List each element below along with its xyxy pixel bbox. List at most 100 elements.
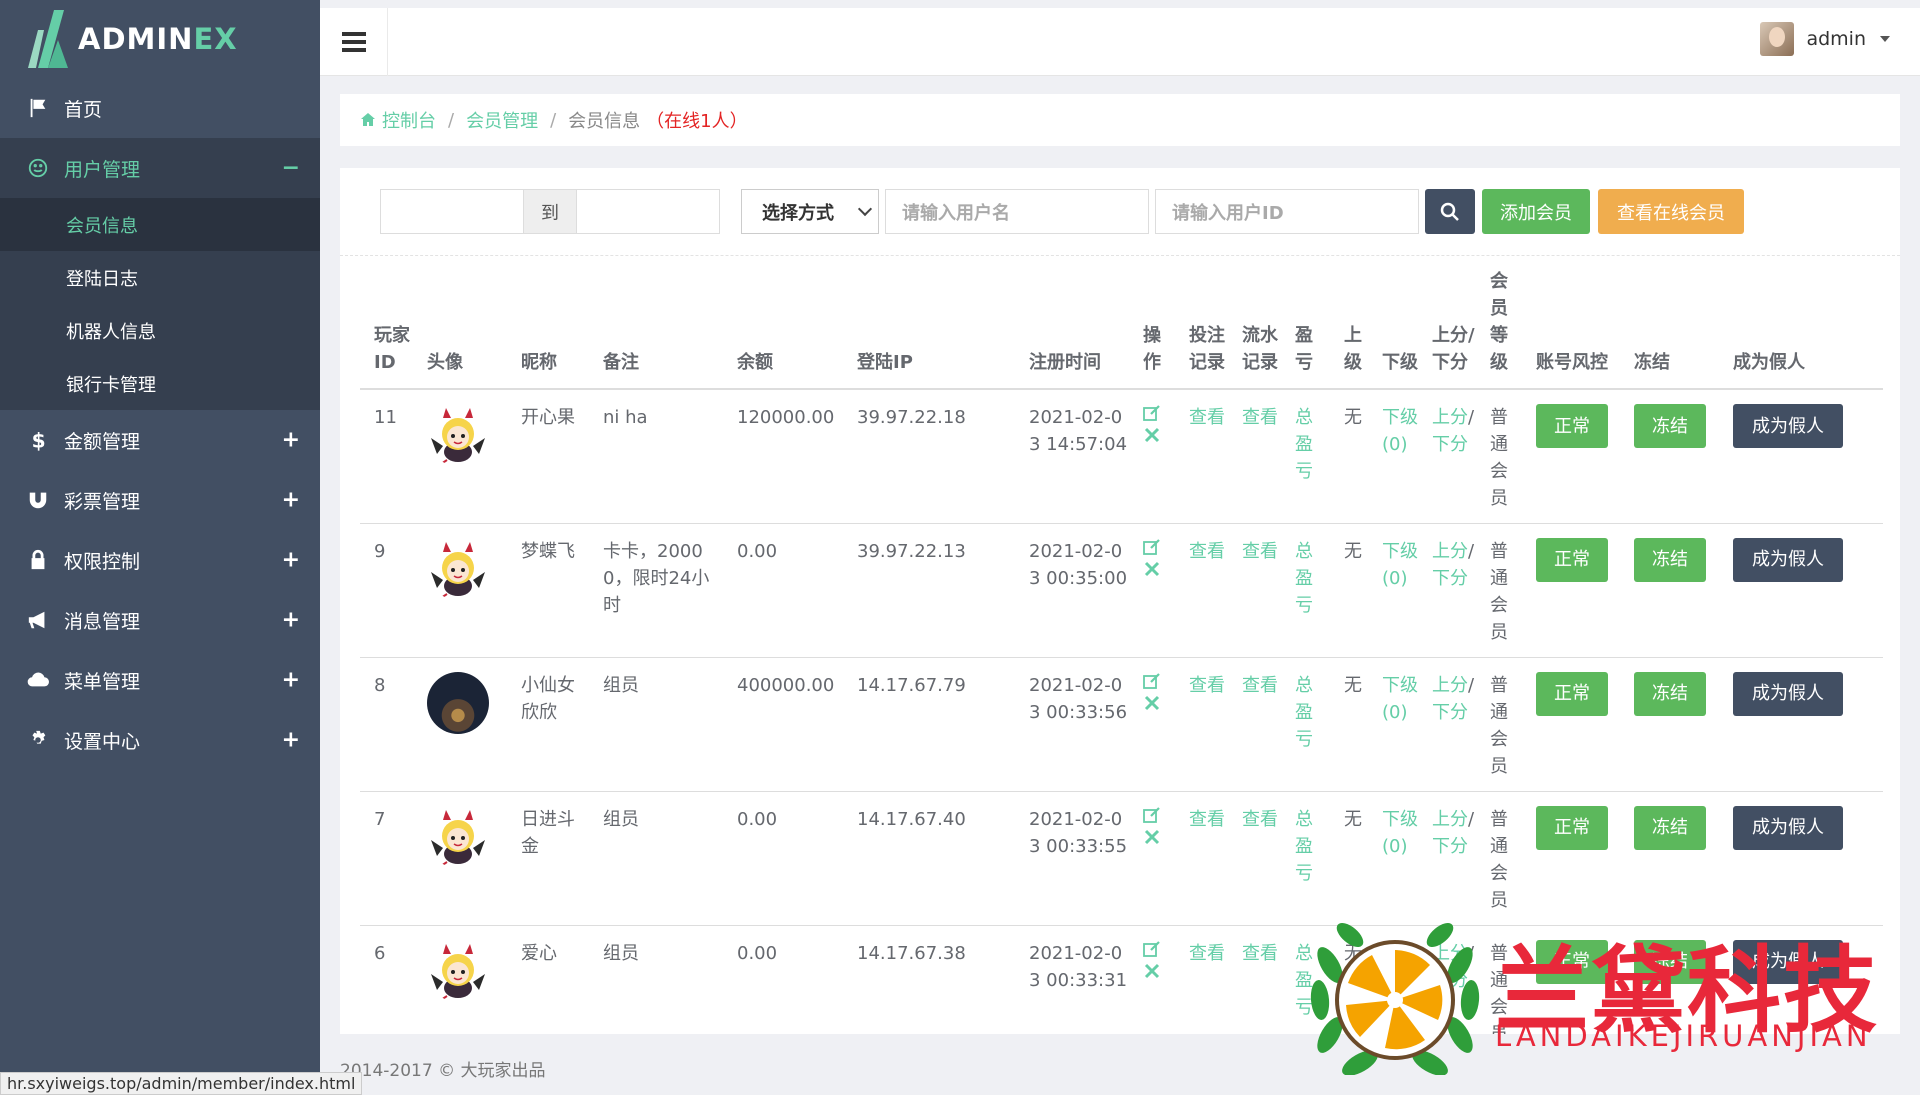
chevron-down-icon [857, 201, 873, 217]
up-score-link[interactable]: 上分 [1432, 675, 1468, 696]
player-id: 11 [360, 389, 413, 524]
expand-icon[interactable]: + [282, 668, 300, 693]
subnav-bank-card[interactable]: 银行卡管理 [0, 357, 320, 410]
child-link[interactable]: 下级(0) [1368, 657, 1418, 792]
logo[interactable]: ADMINEX [0, 0, 320, 78]
search-mode-select[interactable]: 选择方式 [741, 189, 879, 234]
subnav-member-info[interactable]: 会员信息 [0, 198, 320, 251]
nav-money-management[interactable]: $ 金额管理 + [0, 410, 320, 470]
down-score-link[interactable]: 下分 [1432, 568, 1468, 589]
up-score-link[interactable]: 上分 [1432, 809, 1468, 830]
freeze-button[interactable]: 冻结 [1634, 404, 1706, 448]
table-row: 6 爱心 组员 0.00 14.17.67.38 2021-02-03 00:33:31 查… [360, 925, 1883, 1034]
nav-user-management[interactable]: 用户管理 − [0, 138, 320, 198]
date-end-input[interactable] [576, 189, 720, 234]
down-score-link[interactable]: 下分 [1432, 702, 1468, 723]
column-header: 投注记录 [1175, 268, 1228, 390]
profit-link[interactable]: 总盈亏 [1281, 925, 1330, 1034]
search-button[interactable] [1425, 189, 1475, 234]
become-fake-button[interactable]: 成为假人 [1733, 404, 1843, 448]
dollar-icon: $ [26, 428, 50, 452]
risk-normal-button[interactable]: 正常 [1536, 404, 1608, 448]
collapse-icon[interactable]: − [282, 156, 300, 181]
expand-icon[interactable]: + [282, 488, 300, 513]
subnav-login-log[interactable]: 登陆日志 [0, 251, 320, 304]
bet-record-link[interactable]: 查看 [1175, 523, 1228, 658]
username-input[interactable]: 请输入用户名 [885, 189, 1149, 234]
add-member-button[interactable]: 添加会员 [1482, 189, 1590, 234]
risk-normal-button[interactable]: 正常 [1536, 537, 1608, 582]
expand-icon[interactable]: + [282, 428, 300, 453]
profit-link[interactable]: 总盈亏 [1281, 657, 1330, 792]
child-link[interactable]: 下级(0) [1368, 791, 1418, 926]
freeze-button[interactable]: 冻结 [1634, 671, 1706, 716]
table-row: 8 小仙女欣欣 组员 400000.00 14.17.67.79 2021-02-03 0… [360, 657, 1883, 792]
delete-icon[interactable] [1143, 560, 1161, 578]
expand-icon[interactable]: + [282, 548, 300, 573]
freeze-button[interactable]: 冻结 [1634, 537, 1706, 582]
risk-normal-button[interactable]: 正常 [1536, 671, 1608, 716]
register-time: 2021-02-03 00:33:31 [1015, 925, 1129, 1034]
profit-link[interactable]: 总盈亏 [1281, 791, 1330, 926]
subnav-robot-info[interactable]: 机器人信息 [0, 304, 320, 357]
expand-icon[interactable]: + [282, 608, 300, 633]
flow-record-link[interactable]: 查看 [1228, 657, 1281, 792]
edit-icon[interactable] [1143, 940, 1161, 958]
delete-icon[interactable] [1143, 962, 1161, 980]
column-header: 盈亏 [1281, 268, 1330, 390]
delete-icon[interactable] [1143, 694, 1161, 712]
flow-record-link[interactable]: 查看 [1228, 791, 1281, 926]
freeze-button[interactable]: 冻结 [1634, 805, 1706, 850]
user-menu[interactable]: admin [1760, 22, 1890, 56]
nav-settings[interactable]: 设置中心 + [0, 710, 320, 770]
member-level: 普通会员 [1476, 523, 1522, 658]
risk-normal-button[interactable]: 正常 [1536, 939, 1608, 984]
breadcrumb-section[interactable]: 会员管理 [466, 107, 538, 133]
become-fake-button[interactable]: 成为假人 [1733, 805, 1843, 850]
risk-normal-button[interactable]: 正常 [1536, 805, 1608, 850]
edit-icon[interactable] [1143, 404, 1161, 422]
profit-link[interactable]: 总盈亏 [1281, 389, 1330, 524]
edit-icon[interactable] [1143, 806, 1161, 824]
bet-record-link[interactable]: 查看 [1175, 389, 1228, 524]
login-ip: 39.97.22.13 [843, 523, 1015, 658]
down-score-link[interactable]: 下分 [1432, 434, 1468, 455]
nav-lottery-management[interactable]: 彩票管理 + [0, 470, 320, 530]
edit-icon[interactable] [1143, 672, 1161, 690]
become-fake-button[interactable]: 成为假人 [1733, 671, 1843, 716]
nav-menu-management[interactable]: 菜单管理 + [0, 650, 320, 710]
up-score-link[interactable]: 上分 [1432, 541, 1468, 562]
become-fake-button[interactable]: 成为假人 [1733, 939, 1843, 984]
up-score-link[interactable]: 上分 [1432, 943, 1468, 964]
date-start-input[interactable] [380, 189, 524, 234]
breadcrumb-home[interactable]: 控制台 [382, 107, 436, 133]
fake-cell: 成为假人 [1719, 389, 1883, 524]
flow-record-link[interactable]: 查看 [1228, 925, 1281, 1034]
child-link[interactable]: 下级(0) [1368, 925, 1418, 1034]
bet-record-link[interactable]: 查看 [1175, 925, 1228, 1034]
delete-icon[interactable] [1143, 426, 1161, 444]
child-link[interactable]: 下级(0) [1368, 523, 1418, 658]
delete-icon[interactable] [1143, 828, 1161, 846]
down-score-link[interactable]: 下分 [1432, 836, 1468, 857]
edit-icon[interactable] [1143, 538, 1161, 556]
flow-record-link[interactable]: 查看 [1228, 523, 1281, 658]
freeze-button[interactable]: 冻结 [1634, 939, 1706, 984]
nickname: 开心果 [507, 389, 589, 524]
breadcrumb-separator: / [550, 109, 557, 131]
down-score-link[interactable]: 下分 [1432, 970, 1468, 991]
nav-home[interactable]: 首页 [0, 78, 320, 138]
menu-toggle-button[interactable] [320, 8, 388, 76]
expand-icon[interactable]: + [282, 728, 300, 753]
nav-permission-control[interactable]: 权限控制 + [0, 530, 320, 590]
bet-record-link[interactable]: 查看 [1175, 791, 1228, 926]
child-link[interactable]: 下级(0) [1368, 389, 1418, 524]
become-fake-button[interactable]: 成为假人 [1733, 537, 1843, 582]
view-online-button[interactable]: 查看在线会员 [1598, 189, 1744, 234]
bet-record-link[interactable]: 查看 [1175, 657, 1228, 792]
profit-link[interactable]: 总盈亏 [1281, 523, 1330, 658]
nav-message-management[interactable]: 消息管理 + [0, 590, 320, 650]
userid-input[interactable]: 请输入用户ID [1155, 189, 1419, 234]
up-score-link[interactable]: 上分 [1432, 407, 1468, 428]
flow-record-link[interactable]: 查看 [1228, 389, 1281, 524]
